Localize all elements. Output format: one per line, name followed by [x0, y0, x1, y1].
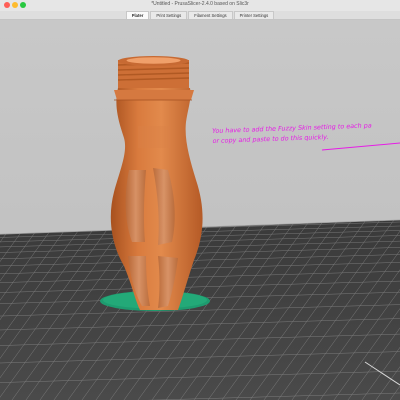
3d-scene-viewport[interactable]: You have to add the Fuzzy Skin setting t…: [0, 20, 400, 400]
tab-printer-settings[interactable]: Printer Settings: [233, 11, 275, 19]
tab-print-settings[interactable]: Print Settings: [150, 11, 188, 19]
settings-tab-bar: Plater Print Settings Filament Settings …: [0, 11, 400, 20]
tab-filament-settings[interactable]: Filament Settings: [188, 11, 233, 19]
tab-plater[interactable]: Plater: [125, 11, 150, 19]
window-title: *Untitled - PrusaSlicer-2.4.0 based on S…: [151, 1, 249, 7]
print-bed: [0, 219, 400, 400]
3d-scene-canvas[interactable]: [0, 20, 400, 400]
